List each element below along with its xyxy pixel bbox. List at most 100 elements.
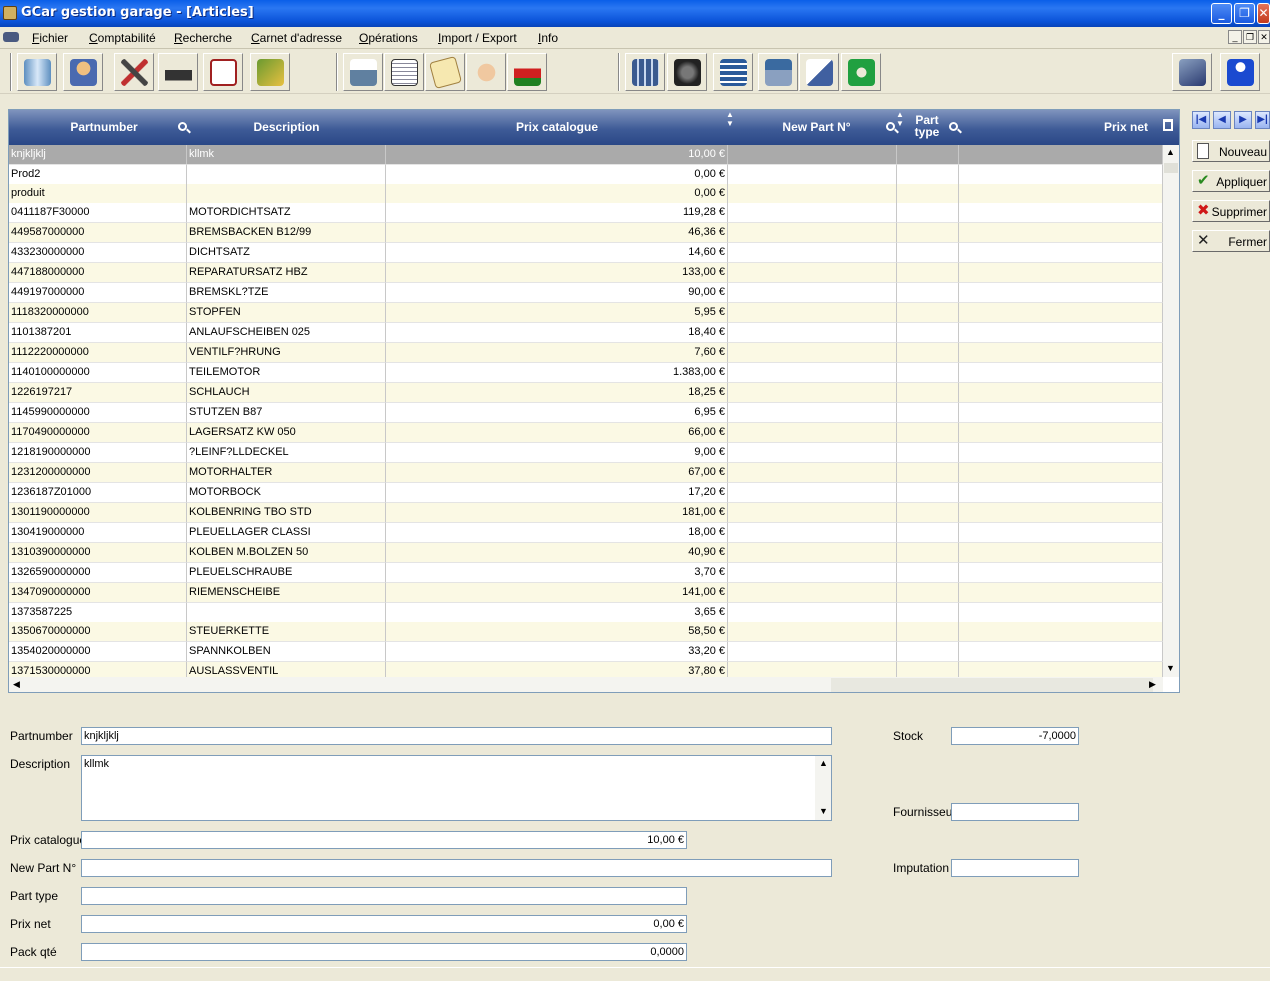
partnumber-field[interactable] bbox=[81, 727, 832, 745]
table-row[interactable]: 1354020000000 SPANNKOLBEN 33,20 € bbox=[9, 642, 1163, 662]
car-button[interactable] bbox=[507, 53, 547, 91]
menu-operations[interactable]: Opérations bbox=[359, 31, 418, 45]
printer-button[interactable] bbox=[343, 53, 383, 91]
scroll-thumb[interactable] bbox=[1164, 163, 1178, 173]
previous-record-button[interactable]: ◀ bbox=[1213, 111, 1231, 129]
prix-net-field[interactable] bbox=[81, 915, 687, 933]
description-field[interactable]: kllmk ▲ ▼ bbox=[81, 755, 832, 821]
edit-button[interactable] bbox=[799, 53, 839, 91]
mdi-restore-button[interactable]: ❐ bbox=[1243, 30, 1257, 44]
calculator-button[interactable] bbox=[625, 53, 665, 91]
col-new-part[interactable]: New Part N° bbox=[729, 120, 904, 134]
table-row[interactable]: 0411187F30000 MOTORDICHTSATZ 119,28 € bbox=[9, 203, 1163, 223]
pack-qte-field[interactable] bbox=[81, 943, 687, 961]
search-icon[interactable] bbox=[178, 122, 187, 131]
table-cell: PLEUELSCHRAUBE bbox=[187, 563, 386, 583]
col-partnumber[interactable]: Partnumber bbox=[49, 120, 159, 134]
table-row[interactable]: 130419000000 PLEUELLAGER CLASSI 18,00 € bbox=[9, 523, 1163, 543]
menu-import-export[interactable]: Import / Export bbox=[438, 31, 517, 45]
table-row[interactable]: 1371530000000 AUSLASSVENTIL 37,80 € bbox=[9, 662, 1163, 677]
menu-info[interactable]: Info bbox=[538, 31, 558, 45]
hand-button[interactable] bbox=[466, 53, 506, 91]
restore-button[interactable]: ❐ bbox=[1234, 3, 1255, 24]
nouveau-button[interactable]: Nouveau bbox=[1192, 140, 1270, 162]
last-record-button[interactable]: ▶| bbox=[1255, 111, 1270, 129]
scroll-up-icon[interactable]: ▲ bbox=[1166, 147, 1175, 157]
trash-icon[interactable] bbox=[1163, 119, 1173, 131]
table-row[interactable]: 1373587225 3,65 € bbox=[9, 603, 1163, 623]
sort-icon[interactable]: ▲ ▼ bbox=[896, 110, 904, 128]
next-record-button[interactable]: ▶ bbox=[1234, 111, 1252, 129]
supprimer-button[interactable]: ✖ Supprimer bbox=[1192, 200, 1270, 222]
fournisseur-field[interactable] bbox=[951, 803, 1079, 821]
search-icon[interactable] bbox=[949, 122, 958, 131]
appliquer-button[interactable]: ✔ Appliquer bbox=[1192, 170, 1270, 192]
scroll-left-icon[interactable]: ◀ bbox=[13, 679, 20, 690]
table-row[interactable]: Prod2 0,00 € bbox=[9, 165, 1163, 185]
folders-button[interactable] bbox=[250, 53, 290, 91]
table-row[interactable]: 1101387201 ANLAUFSCHEIBEN 025 18,40 € bbox=[9, 323, 1163, 343]
scroll-right-icon[interactable]: ▶ bbox=[1149, 679, 1156, 690]
fermer-button[interactable]: ✕ Fermer bbox=[1192, 230, 1270, 252]
scroll-down-icon[interactable]: ▼ bbox=[819, 806, 828, 816]
document-menu-icon[interactable] bbox=[3, 32, 19, 42]
table-row[interactable]: 449197000000 BREMSKL?TZE 90,00 € bbox=[9, 283, 1163, 303]
table-row[interactable]: 1226197217 SCHLAUCH 18,25 € bbox=[9, 383, 1163, 403]
col-description[interactable]: Description bbox=[189, 120, 384, 134]
gate-button[interactable] bbox=[17, 53, 57, 91]
table-row[interactable]: 1145990000000 STUTZEN B87 6,95 € bbox=[9, 403, 1163, 423]
menu-carnet-adresse[interactable]: Carnet d'adresse bbox=[251, 31, 342, 45]
scroll-up-icon[interactable]: ▲ bbox=[819, 758, 828, 768]
table-row[interactable]: 1231200000000 MOTORHALTER 67,00 € bbox=[9, 463, 1163, 483]
menu-comptabilite[interactable]: Comptabilité bbox=[89, 31, 156, 45]
col-prix-catalogue[interactable]: Prix catalogue bbox=[389, 120, 725, 134]
col-part-type[interactable]: Part type bbox=[907, 114, 947, 138]
motor-button[interactable] bbox=[667, 53, 707, 91]
table-row[interactable]: 433230000000 DICHTSATZ 14,60 € bbox=[9, 243, 1163, 263]
table-row[interactable]: 1112220000000 VENTILF?HRUNG 7,60 € bbox=[9, 343, 1163, 363]
menu-fichier[interactable]: Fichier bbox=[32, 31, 68, 45]
table-row[interactable]: 1118320000000 STOPFEN 5,95 € bbox=[9, 303, 1163, 323]
user-button[interactable] bbox=[63, 53, 103, 91]
calendar-button[interactable] bbox=[203, 53, 243, 91]
search-icon[interactable] bbox=[886, 122, 895, 131]
scroll-button[interactable] bbox=[425, 53, 465, 91]
close-button[interactable]: ✕ bbox=[1257, 3, 1270, 24]
recycle-button[interactable] bbox=[841, 53, 881, 91]
table-row[interactable]: knjkljklj kllmk 10,00 € bbox=[9, 145, 1163, 165]
info-button[interactable] bbox=[1220, 53, 1260, 91]
notepad-button[interactable] bbox=[384, 53, 424, 91]
part-type-field[interactable] bbox=[81, 887, 687, 905]
prix-catalogue-field[interactable] bbox=[81, 831, 687, 849]
table-row[interactable]: 447188000000 REPARATURSATZ HBZ 133,00 € bbox=[9, 263, 1163, 283]
table-row[interactable]: 1218190000000 ?LEINF?LLDECKEL 9,00 € bbox=[9, 443, 1163, 463]
minimize-button[interactable]: _ bbox=[1211, 3, 1232, 24]
table-row[interactable]: 1301190000000 KOLBENRING TBO STD 181,00 € bbox=[9, 503, 1163, 523]
menu-recherche[interactable]: Recherche bbox=[174, 31, 232, 45]
scroll-down-icon[interactable]: ▼ bbox=[1166, 663, 1175, 673]
table-row[interactable]: 1326590000000 PLEUELSCHRAUBE 3,70 € bbox=[9, 563, 1163, 583]
tools-button[interactable] bbox=[114, 53, 154, 91]
imputation-field[interactable] bbox=[951, 859, 1079, 877]
table-row[interactable]: 449587000000 BREMSBACKEN B12/99 46,36 € bbox=[9, 223, 1163, 243]
new-part-field[interactable] bbox=[81, 859, 832, 877]
table-row[interactable]: 1347090000000 RIEMENSCHEIBE 141,00 € bbox=[9, 583, 1163, 603]
vertical-scrollbar[interactable]: ▲ ▼ bbox=[1163, 145, 1179, 677]
table-row[interactable]: 1236187Z01000 MOTORBOCK 17,20 € bbox=[9, 483, 1163, 503]
horizontal-scrollbar[interactable]: ◀ ▶ bbox=[9, 677, 1163, 692]
help-book-button[interactable] bbox=[1172, 53, 1212, 91]
keyboard-button[interactable] bbox=[758, 53, 798, 91]
description-scrollbar[interactable]: ▲ ▼ bbox=[815, 756, 831, 820]
table-row[interactable]: 1140100000000 TEILEMOTOR 1.383,00 € bbox=[9, 363, 1163, 383]
scroll-thumb[interactable] bbox=[831, 678, 1153, 692]
table-row[interactable]: produit 0,00 € bbox=[9, 184, 1163, 204]
mdi-close-button[interactable]: ✕ bbox=[1258, 30, 1270, 44]
table-row[interactable]: 1310390000000 KOLBEN M.BOLZEN 50 40,90 € bbox=[9, 543, 1163, 563]
mdi-minimize-button[interactable]: _ bbox=[1228, 30, 1242, 44]
first-record-button[interactable]: |◀ bbox=[1192, 111, 1210, 129]
table-row[interactable]: 1170490000000 LAGERSATZ KW 050 66,00 € bbox=[9, 423, 1163, 443]
mechanic-button[interactable] bbox=[158, 53, 198, 91]
film-button[interactable] bbox=[713, 53, 753, 91]
table-row[interactable]: 1350670000000 STEUERKETTE 58,50 € bbox=[9, 622, 1163, 642]
stock-field[interactable] bbox=[951, 727, 1079, 745]
